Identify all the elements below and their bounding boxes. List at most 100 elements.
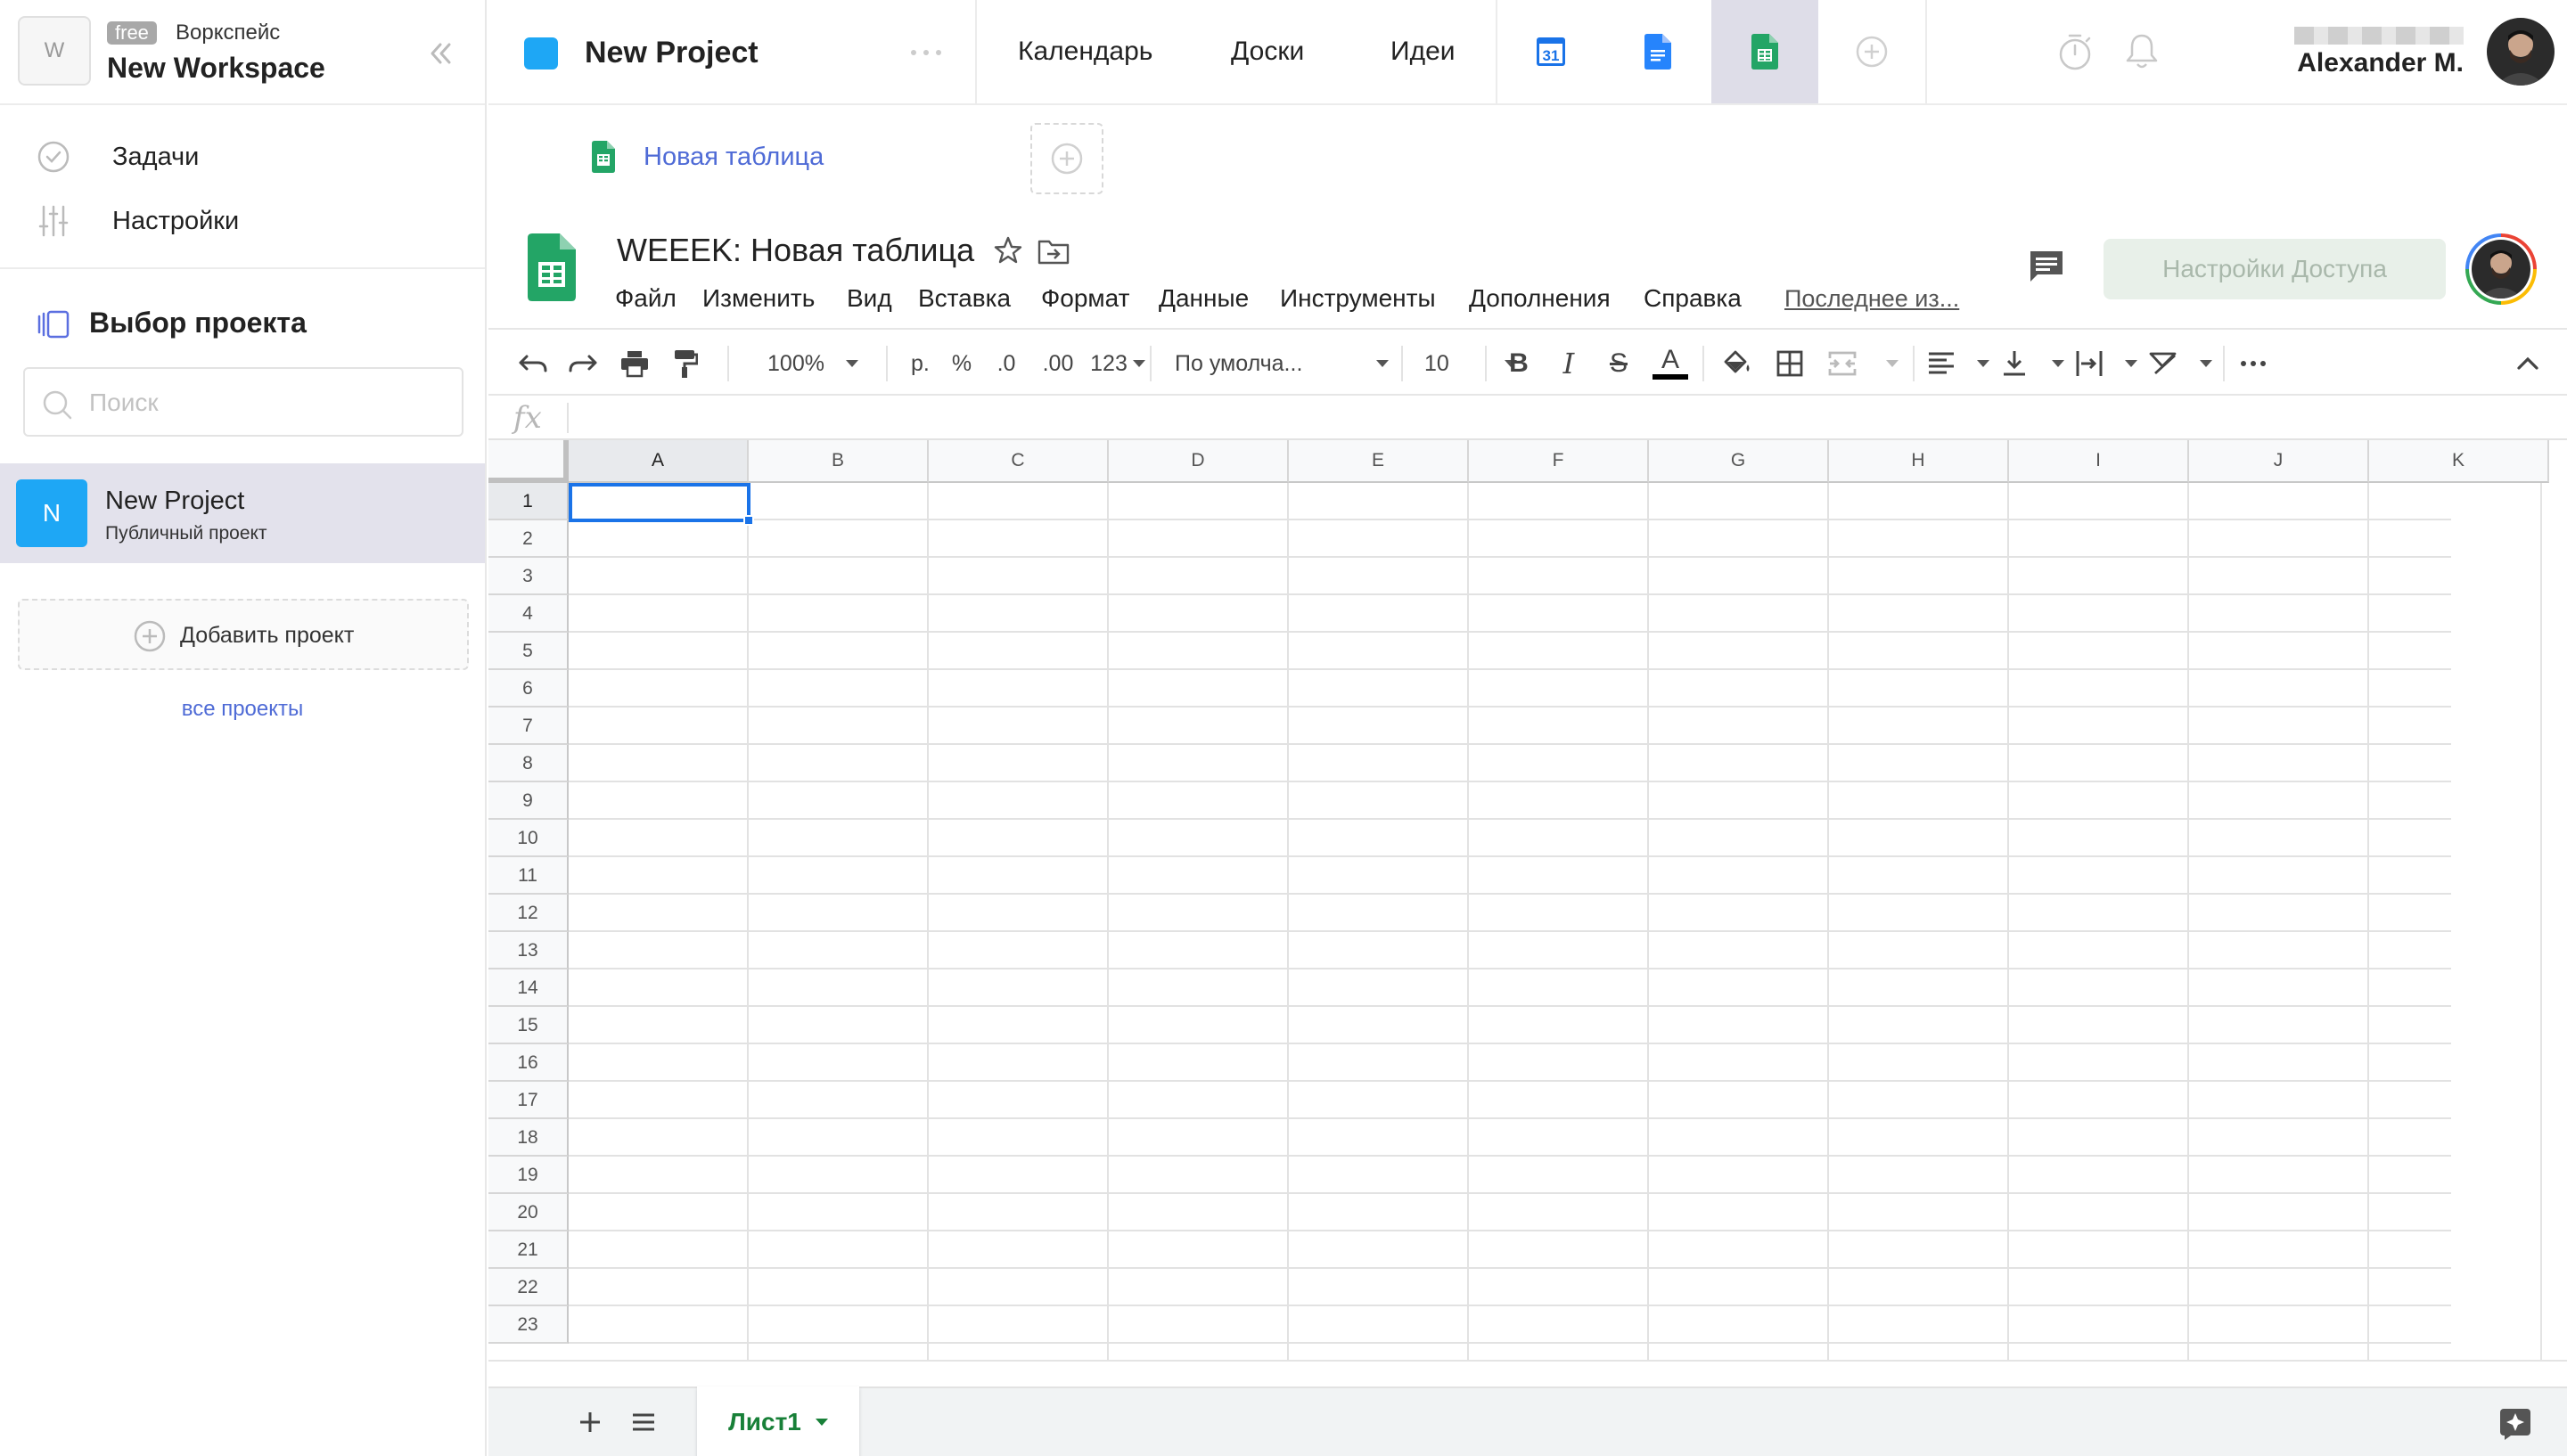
add-document-button[interactable] [1030, 123, 1103, 194]
menu-file[interactable]: Файл [615, 283, 677, 314]
font-family-select[interactable]: По умолча... [1175, 346, 1389, 381]
active-cell[interactable] [569, 483, 750, 522]
workspace-avatar[interactable]: W [18, 16, 91, 86]
project-item[interactable]: N New Project Публичный проект [0, 463, 485, 563]
select-all-corner[interactable] [488, 440, 569, 483]
row-header[interactable]: 19 [488, 1157, 569, 1194]
vertical-scrollbar[interactable] [2540, 483, 2567, 1360]
bold-button[interactable]: B [1501, 346, 1537, 381]
column-header[interactable]: J [2189, 440, 2369, 483]
vertical-align-button[interactable] [2002, 346, 2064, 381]
menu-format[interactable]: Формат [1041, 283, 1129, 314]
workspace-name[interactable]: New Workspace [107, 50, 325, 86]
menu-insert[interactable]: Вставка [918, 283, 1011, 314]
cell-grid[interactable] [569, 483, 2451, 1360]
formula-input[interactable] [578, 399, 2538, 435]
column-header[interactable]: I [2009, 440, 2189, 483]
column-header[interactable]: E [1289, 440, 1469, 483]
nav-item-settings[interactable]: Настройки [0, 189, 485, 251]
text-rotation-button[interactable] [2148, 346, 2212, 381]
row-header[interactable]: 1 [488, 483, 569, 520]
menu-edit[interactable]: Изменить [702, 283, 815, 314]
borders-button[interactable] [1772, 346, 1808, 381]
user-name[interactable]: Alexander M. [2262, 46, 2464, 80]
row-header[interactable]: 11 [488, 857, 569, 895]
app-google-calendar[interactable]: 31 [1497, 0, 1604, 103]
comment-icon[interactable] [2027, 248, 2066, 283]
add-project-button[interactable]: Добавить проект [18, 599, 469, 670]
google-sheets-logo-icon[interactable] [528, 233, 576, 301]
topbar-project-name[interactable]: New Project [585, 34, 759, 71]
sheets-user-avatar[interactable] [2465, 233, 2537, 305]
add-app-button[interactable] [1818, 0, 1925, 103]
column-header[interactable]: C [929, 440, 1109, 483]
row-header[interactable]: 7 [488, 708, 569, 745]
menu-data[interactable]: Данные [1159, 283, 1249, 314]
redo-button[interactable] [565, 346, 601, 381]
menu-help[interactable]: Справка [1644, 283, 1742, 314]
nav-item-tasks[interactable]: Задачи [0, 125, 485, 187]
row-header[interactable]: 18 [488, 1119, 569, 1157]
project-search-input[interactable] [89, 381, 446, 424]
spreadsheet-title[interactable]: WEEEK: Новая таблица [617, 230, 974, 271]
row-header[interactable]: 6 [488, 670, 569, 708]
column-header[interactable]: K [2369, 440, 2549, 483]
project-search[interactable] [23, 367, 463, 437]
row-header[interactable]: 23 [488, 1306, 569, 1344]
more-tools-button[interactable] [2234, 346, 2273, 381]
column-header[interactable]: B [749, 440, 929, 483]
italic-button[interactable]: I [1551, 346, 1587, 381]
column-header[interactable]: A [569, 440, 749, 483]
chevron-down-icon[interactable] [815, 1419, 828, 1426]
explore-icon[interactable] [2497, 1406, 2533, 1442]
strikethrough-button[interactable]: S [1601, 346, 1636, 381]
row-header[interactable]: 3 [488, 558, 569, 595]
column-header[interactable]: G [1649, 440, 1829, 483]
user-avatar[interactable] [2487, 18, 2555, 86]
paint-format-button[interactable] [667, 346, 702, 381]
number-format-select[interactable]: 123 [1082, 346, 1153, 381]
add-sheet-icon[interactable] [574, 1406, 606, 1438]
menu-view[interactable]: Вид [847, 283, 892, 314]
undo-button[interactable] [515, 346, 551, 381]
row-header[interactable]: 2 [488, 520, 569, 558]
row-header[interactable]: 16 [488, 1044, 569, 1082]
row-header[interactable]: 14 [488, 969, 569, 1007]
tab-ideas[interactable]: Идеи [1390, 34, 1456, 70]
increase-decimal-button[interactable]: .00 [1030, 346, 1086, 381]
zoom-select[interactable]: 100% [759, 346, 866, 381]
row-header[interactable]: 12 [488, 895, 569, 932]
row-header[interactable]: 9 [488, 782, 569, 820]
last-edit-link[interactable]: Последнее из... [1784, 283, 1959, 314]
decrease-decimal-button[interactable]: .0 [984, 346, 1029, 381]
sheet-tab-1[interactable]: Лист1 [697, 1386, 859, 1456]
tab-calendar[interactable]: Календарь [1018, 34, 1152, 70]
doc-tab-new-table[interactable]: Новая таблица [644, 141, 824, 173]
all-projects-link[interactable]: все проекты [0, 695, 485, 724]
bell-icon[interactable] [2123, 30, 2161, 71]
menu-tools[interactable]: Инструменты [1280, 283, 1436, 314]
column-header[interactable]: F [1469, 440, 1649, 483]
row-header[interactable]: 13 [488, 932, 569, 969]
print-button[interactable] [617, 346, 652, 381]
horizontal-scrollbar[interactable] [488, 1360, 2567, 1386]
row-header[interactable]: 4 [488, 595, 569, 633]
merge-cells-button[interactable] [1827, 346, 1899, 381]
row-header[interactable]: 20 [488, 1194, 569, 1231]
menu-addons[interactable]: Дополнения [1469, 283, 1611, 314]
row-header[interactable]: 22 [488, 1269, 569, 1306]
percent-format-button[interactable]: % [939, 346, 984, 381]
fill-handle[interactable] [743, 515, 754, 526]
timer-icon[interactable] [2055, 32, 2095, 71]
more-horizontal-icon[interactable] [906, 39, 947, 66]
column-header[interactable]: D [1109, 440, 1289, 483]
tab-boards[interactable]: Доски [1231, 34, 1304, 70]
text-wrap-button[interactable] [2075, 346, 2137, 381]
text-color-button[interactable]: A [1651, 346, 1690, 381]
row-header[interactable]: 15 [488, 1007, 569, 1044]
share-settings-button[interactable]: Настройки Доступа [2104, 239, 2446, 299]
app-google-sheets[interactable] [1711, 0, 1818, 103]
row-header[interactable]: 21 [488, 1231, 569, 1269]
move-to-folder-icon[interactable] [1037, 237, 1070, 266]
row-header[interactable]: 17 [488, 1082, 569, 1119]
